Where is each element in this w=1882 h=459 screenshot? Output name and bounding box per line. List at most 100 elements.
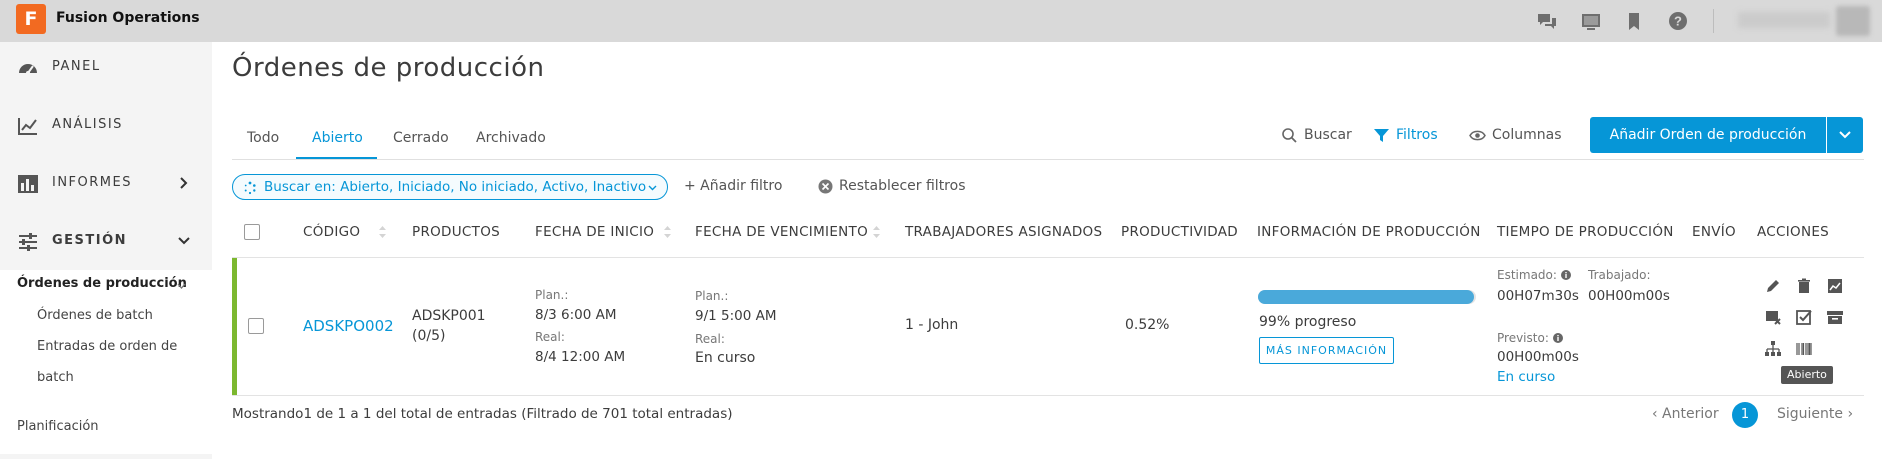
columns-button[interactable]: Columnas	[1469, 124, 1562, 146]
forecast-status-link[interactable]: En curso	[1497, 369, 1555, 385]
sidebar-item-label: PANEL	[52, 59, 101, 74]
add-production-order-button[interactable]: Añadir Orden de producción	[1590, 117, 1826, 153]
estimated-label: Estimado:	[1497, 268, 1571, 282]
due-plan-value: 9/1 5:00 AM	[695, 308, 777, 324]
row-status-indicator	[232, 258, 237, 395]
column-header-productos[interactable]: PRODUCTOS	[412, 224, 500, 240]
row-checkbox[interactable]	[248, 318, 264, 334]
chevron-down-icon[interactable]	[177, 282, 186, 291]
column-header-acciones: ACCIONES	[1757, 224, 1830, 240]
progress-text: 99% progreso	[1259, 314, 1357, 330]
page-title: Órdenes de producción	[232, 53, 545, 83]
info-icon[interactable]	[1560, 270, 1571, 280]
column-header-fecha-inicio[interactable]: FECHA DE INICIO	[535, 224, 654, 240]
sort-icon[interactable]	[378, 224, 387, 240]
search-scope-filter[interactable]: Buscar en: Abierto, Iniciado, No iniciad…	[232, 174, 668, 200]
column-header-productividad[interactable]: PRODUCTIVIDAD	[1121, 224, 1238, 240]
column-header-fecha-vencimiento[interactable]: FECHA DE VENCIMIENTO	[695, 224, 868, 240]
add-filter-button[interactable]: + Añadir filtro	[684, 178, 782, 194]
columns-label: Columnas	[1492, 127, 1562, 143]
reset-filters-button[interactable]: Restablecer filtros	[839, 178, 966, 194]
sort-icon[interactable]	[663, 224, 672, 240]
search-icon	[1281, 127, 1298, 144]
search-scope-label: Buscar en: Abierto, Iniciado, No iniciad…	[264, 179, 647, 195]
tab-cerrado[interactable]: Cerrado	[393, 130, 449, 146]
user-name-blurred[interactable]	[1738, 12, 1830, 28]
sidebar-item-gestion[interactable]: GESTIÓN	[0, 222, 212, 262]
barcode-icon[interactable]	[1795, 340, 1813, 358]
tabs-divider	[232, 159, 1864, 160]
due-plan-label: Plan.:	[695, 289, 729, 303]
sliders-icon	[17, 232, 39, 252]
column-header-trabajadores[interactable]: TRABAJADORES ASIGNADOS	[905, 224, 1102, 240]
table-summary: Mostrando1 de 1 a 1 del total de entrada…	[232, 406, 733, 422]
tab-abierto[interactable]: Abierto	[312, 130, 363, 146]
tab-archivado[interactable]: Archivado	[476, 130, 546, 146]
tab-todo[interactable]: Todo	[247, 130, 279, 146]
sidebar-item-planificacion[interactable]: Planificación	[17, 419, 99, 434]
column-header-codigo[interactable]: CÓDIGO	[303, 224, 360, 240]
column-header-envio[interactable]: ENVÍO	[1692, 224, 1736, 240]
sidebar-subitem-entradas-orden-batch[interactable]: Entradas de orden de	[37, 339, 177, 354]
sidebar-item-informes[interactable]: INFORMES	[0, 164, 212, 204]
chevron-down-icon	[648, 184, 657, 192]
row-divider	[232, 257, 1864, 258]
product-code: ADSKP001	[412, 308, 486, 324]
sidebar-subitem-entradas-orden-batch-cont[interactable]: batch	[37, 370, 74, 385]
pagination-previous[interactable]: ‹ Anterior	[1652, 406, 1719, 422]
progress-fill	[1258, 290, 1474, 304]
worked-time: 00H00m00s	[1588, 288, 1670, 304]
app-title[interactable]: Fusion Operations	[56, 10, 200, 26]
row-divider	[232, 395, 1864, 396]
sidebar-item-analisis[interactable]: ANÁLISIS	[0, 106, 212, 146]
line-chart-icon	[17, 116, 39, 136]
select-all-checkbox[interactable]	[244, 224, 260, 240]
due-real-value: En curso	[695, 350, 756, 366]
add-order-dropdown-button[interactable]	[1827, 117, 1863, 153]
sidebar-item-ordenes-produccion[interactable]: Órdenes de producción	[17, 276, 187, 291]
bookmark-icon[interactable]	[1623, 10, 1645, 32]
column-header-info-produccion[interactable]: INFORMACIÓN DE PRODUCCIÓN	[1257, 224, 1481, 240]
checklist-icon[interactable]	[1795, 308, 1813, 326]
sort-icon[interactable]	[872, 224, 881, 240]
delete-icon[interactable]	[1795, 277, 1813, 295]
svg-text:?: ?	[1674, 14, 1682, 29]
avatar[interactable]	[1836, 6, 1870, 36]
clear-circle-icon[interactable]	[818, 179, 833, 194]
more-info-button[interactable]: MÁS INFORMACIÓN	[1259, 337, 1394, 364]
chevron-right-icon	[178, 177, 190, 189]
forecast-time: 00H00m00s	[1497, 349, 1579, 365]
info-icon[interactable]	[1552, 333, 1563, 343]
chat-icon[interactable]	[1536, 10, 1558, 32]
due-real-label: Real:	[695, 332, 725, 346]
filter-icon	[1373, 127, 1390, 144]
worked-label: Trabajado:	[1588, 268, 1651, 282]
pagination-next[interactable]: Siguiente ›	[1777, 406, 1853, 422]
sidebar: PANEL ANÁLISIS INFORMES GESTIÓN Órdenes …	[0, 42, 212, 459]
archive-icon[interactable]	[1826, 308, 1844, 326]
product-count: (0/5)	[412, 328, 446, 344]
sidebar-item-panel[interactable]: PANEL	[0, 48, 212, 88]
help-icon[interactable]: ?	[1667, 10, 1689, 32]
filters-label: Filtros	[1396, 127, 1438, 143]
order-code-link[interactable]: ADSKPO002	[303, 317, 394, 335]
chart-icon[interactable]	[1826, 277, 1844, 295]
eye-icon	[1469, 127, 1486, 144]
app-logo[interactable]: F	[16, 4, 46, 34]
sidebar-subitem-ordenes-batch[interactable]: Órdenes de batch	[37, 308, 153, 323]
column-header-tiempo-produccion[interactable]: TIEMPO DE PRODUCCIÓN	[1497, 224, 1674, 240]
forecast-label: Previsto:	[1497, 331, 1563, 345]
loading-spinner-icon	[243, 181, 257, 195]
chevron-down-icon	[178, 235, 190, 247]
start-real-value: 8/4 12:00 AM	[535, 349, 626, 365]
tooltip: Abierto	[1781, 366, 1833, 384]
edit-icon[interactable]	[1764, 277, 1782, 295]
sidebar-item-label: INFORMES	[52, 175, 132, 190]
display-icon[interactable]	[1580, 10, 1602, 32]
start-plan-value: 8/3 6:00 AM	[535, 307, 617, 323]
pagination-page-1[interactable]: 1	[1732, 402, 1758, 428]
filters-button[interactable]: Filtros	[1373, 124, 1438, 146]
search-button[interactable]: Buscar	[1281, 124, 1352, 146]
hierarchy-icon[interactable]	[1764, 340, 1782, 358]
cancel-order-icon[interactable]	[1764, 308, 1782, 326]
